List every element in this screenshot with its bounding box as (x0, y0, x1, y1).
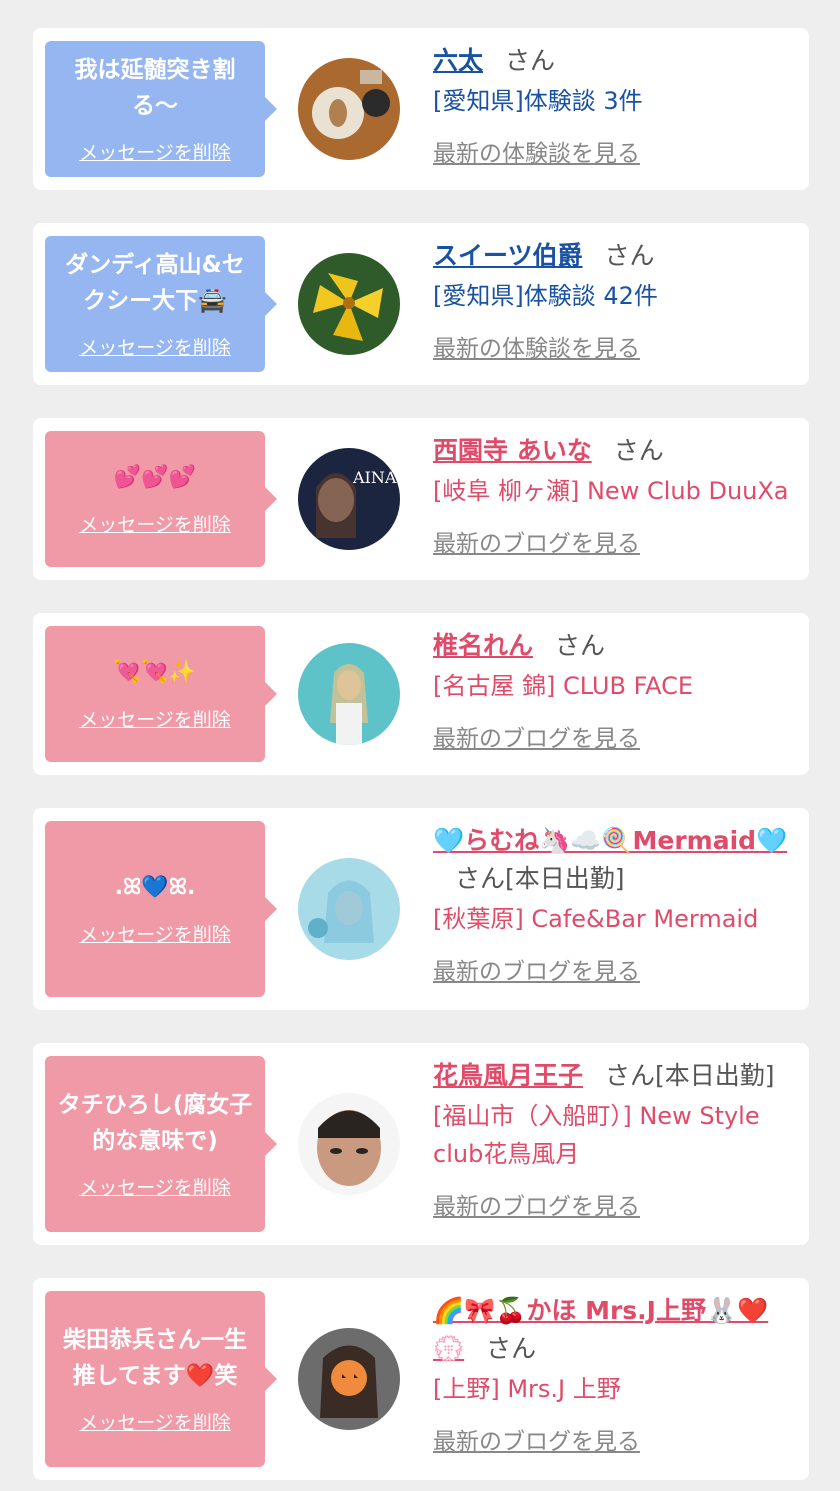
view-latest-link[interactable]: 最新のブログを見る (433, 524, 640, 558)
list-item: 柴田恭兵さん一生推してます❤️笑 メッセージを削除 🌈🎀🍒かほ Mrs.J上野🐰… (33, 1278, 809, 1480)
list-item: 💘💘✨ メッセージを削除 椎名れん さん [名古屋 錦] CLUB FACE 最新… (33, 613, 809, 775)
message-text: .ꕤ💙ꕤ. (114, 874, 196, 900)
svg-text:AINA: AINA (352, 468, 397, 487)
message-bubble: 柴田恭兵さん一生推してます❤️笑 メッセージを削除 (45, 1291, 277, 1467)
user-name-link[interactable]: スイーツ伯爵 (433, 241, 583, 270)
view-latest-link[interactable]: 最新の体験談を見る (433, 329, 640, 363)
message-text: 💘💘✨ (113, 659, 197, 685)
honorific: さん (455, 864, 506, 893)
view-latest-link[interactable]: 最新のブログを見る (433, 1422, 640, 1456)
delete-message-link[interactable]: メッセージを削除 (79, 920, 231, 947)
honorific: さん (555, 631, 606, 660)
user-subtitle: [福山市（入船町）] New Style club花鳥風月 (433, 1102, 760, 1168)
avatar[interactable] (298, 1328, 400, 1430)
view-latest-link[interactable]: 最新のブログを見る (433, 719, 640, 753)
delete-message-link[interactable]: メッセージを削除 (79, 1173, 231, 1200)
message-bubble: ダンディ高山&セクシー大下🚔 メッセージを削除 (45, 236, 277, 372)
list-item: タチひろし(腐女子的な意味で) メッセージを削除 花鳥風月王子 さん[本日出勤] … (33, 1043, 809, 1245)
message-bubble: タチひろし(腐女子的な意味で) メッセージを削除 (45, 1056, 277, 1232)
delete-message-link[interactable]: メッセージを削除 (79, 333, 231, 360)
delete-message-link[interactable]: メッセージを削除 (79, 705, 231, 732)
honorific: さん (604, 241, 655, 270)
honorific: さん (605, 1061, 656, 1090)
user-name-link[interactable]: 花鳥風月王子 (433, 1061, 583, 1090)
view-latest-link[interactable]: 最新のブログを見る (433, 1187, 640, 1221)
user-subtitle: [愛知県]体験談 3件 (433, 87, 643, 115)
avatar[interactable]: AINA (298, 448, 400, 550)
user-subtitle: [岐阜 柳ヶ瀬] New Club DuuXa (433, 477, 789, 505)
avatar[interactable] (298, 58, 400, 160)
attendance-status: [本日出勤] (655, 1061, 775, 1090)
user-name-link[interactable]: 🩵らむね🦄☁️🍭Mermaid🩵 (433, 826, 787, 855)
list-item: .ꕤ💙ꕤ. メッセージを削除 🩵らむね🦄☁️🍭Mermaid🩵さん[本日出勤] … (33, 808, 809, 1010)
list-item: 我は延髄突き割る〜 メッセージを削除 六太 さん [愛知県]体験談 3件 最新の体… (33, 28, 809, 190)
view-latest-link[interactable]: 最新のブログを見る (433, 952, 640, 986)
message-bubble: 💕💕💕 メッセージを削除 (45, 431, 277, 567)
message-bubble: 💘💘✨ メッセージを削除 (45, 626, 277, 762)
user-subtitle: [愛知県]体験談 42件 (433, 282, 658, 310)
list-item: 💕💕💕 メッセージを削除 AINA 西園寺 あいな さん [岐阜 柳ヶ瀬] New… (33, 418, 809, 580)
delete-message-link[interactable]: メッセージを削除 (79, 510, 231, 537)
message-text: 💕💕💕 (113, 464, 197, 490)
message-bubble: .ꕤ💙ꕤ. メッセージを削除 (45, 821, 277, 997)
honorific: さん (486, 1334, 537, 1363)
message-text: 我は延髄突き割る〜 (74, 56, 236, 119)
avatar[interactable] (298, 858, 400, 960)
message-bubble: 我は延髄突き割る〜 メッセージを削除 (45, 41, 277, 177)
message-text: 柴田恭兵さん一生推してます❤️笑 (63, 1326, 247, 1389)
delete-message-link[interactable]: メッセージを削除 (79, 138, 231, 165)
honorific: さん (613, 436, 664, 465)
honorific: さん (505, 46, 556, 75)
message-text: ダンディ高山&セクシー大下🚔 (65, 251, 245, 314)
view-latest-link[interactable]: 最新の体験談を見る (433, 134, 640, 168)
user-subtitle: [上野] Mrs.J 上野 (433, 1375, 621, 1403)
message-list: 我は延髄突き割る〜 メッセージを削除 六太 さん [愛知県]体験談 3件 最新の体… (0, 0, 840, 1480)
avatar[interactable] (298, 1093, 400, 1195)
user-name-link[interactable]: 椎名れん (433, 631, 533, 660)
avatar[interactable] (298, 643, 400, 745)
delete-message-link[interactable]: メッセージを削除 (79, 1408, 231, 1435)
avatar[interactable] (298, 253, 400, 355)
user-subtitle: [秋葉原] Cafe&Bar Mermaid (433, 905, 759, 933)
message-text: タチひろし(腐女子的な意味で) (57, 1091, 253, 1154)
user-subtitle: [名古屋 錦] CLUB FACE (433, 672, 694, 700)
list-item: ダンディ高山&セクシー大下🚔 メッセージを削除 スイーツ伯爵 さん [愛知県]体験… (33, 223, 809, 385)
user-name-link[interactable]: 六太 (433, 46, 483, 75)
user-name-link[interactable]: 西園寺 あいな (433, 436, 592, 465)
user-name-link[interactable]: 🌈🎀🍒かほ Mrs.J上野🐰❤️💮 (433, 1296, 768, 1363)
attendance-status: [本日出勤] (505, 864, 625, 893)
